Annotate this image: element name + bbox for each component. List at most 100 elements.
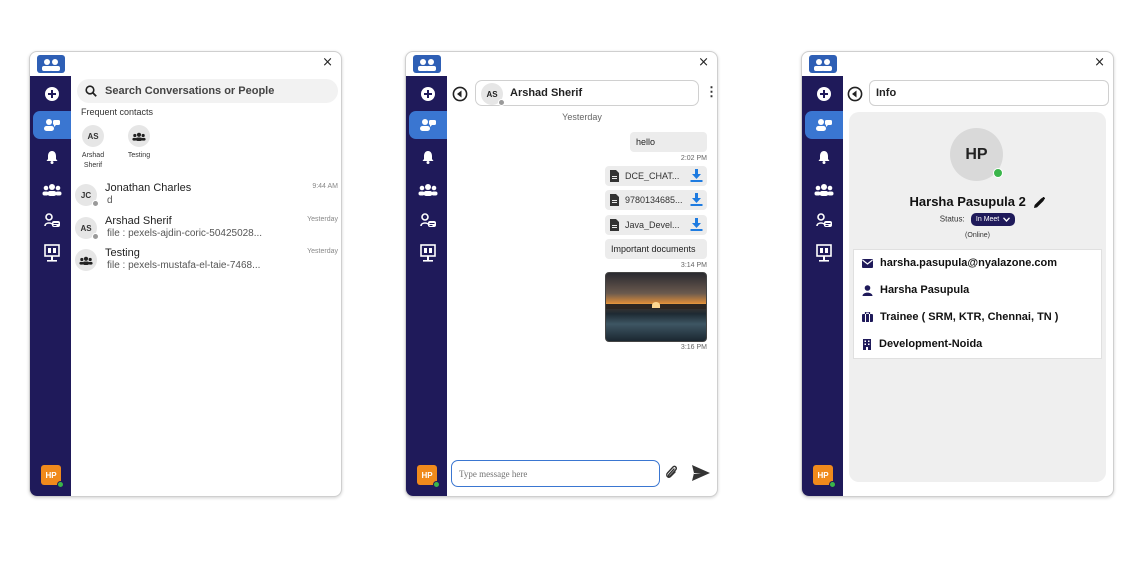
avatar-initials: HP: [965, 145, 988, 163]
support-chat-icon: [816, 212, 832, 227]
chat-users-icon: [420, 119, 436, 131]
avatar: AS: [75, 217, 99, 240]
detail-department: Development-Noida: [862, 338, 982, 350]
download-icon[interactable]: [690, 193, 703, 206]
download-icon[interactable]: [690, 169, 703, 182]
sidebar-item-notifications[interactable]: [409, 143, 447, 171]
file-name: Java_Devel...: [625, 220, 680, 230]
frequent-contact[interactable]: Testing: [117, 125, 161, 161]
avatar-initials: HP: [45, 470, 57, 480]
sidebar-item-notifications[interactable]: [33, 143, 71, 171]
close-icon[interactable]: ×: [698, 56, 709, 70]
profile-name: Harsha Pasupula 2: [909, 194, 1026, 209]
close-icon[interactable]: ×: [322, 56, 333, 70]
file-attachment[interactable]: Java_Devel...: [605, 215, 707, 235]
new-conversation-button[interactable]: [805, 80, 843, 108]
new-conversation-button[interactable]: [409, 80, 447, 108]
detail-value: Harsha Pasupula: [880, 284, 970, 296]
close-icon[interactable]: ×: [1094, 56, 1105, 70]
sidebar-item-meetings[interactable]: [33, 239, 71, 267]
file-icon: [610, 170, 619, 182]
send-button[interactable]: [692, 465, 710, 486]
search-icon: [85, 85, 97, 97]
search-input[interactable]: Search Conversations or People: [77, 79, 338, 103]
sidebar-item-groups[interactable]: [33, 175, 71, 203]
conversation-time: Yesterday: [307, 216, 338, 223]
online-indicator: [993, 168, 1003, 178]
sidebar-item-meetings[interactable]: [805, 239, 843, 267]
sidebar-item-groups[interactable]: [409, 175, 447, 203]
status-dot: [498, 99, 505, 106]
more-options-icon[interactable]: ⋮: [705, 85, 717, 98]
back-button[interactable]: [847, 86, 863, 102]
sidebar-rail: HP: [30, 76, 71, 496]
chat-users-icon: [816, 119, 832, 131]
group-icon: [42, 183, 62, 196]
chat-header[interactable]: AS Arshad Sherif: [475, 80, 699, 106]
frequent-contact[interactable]: AS Arshad Sherif: [71, 125, 115, 171]
conversation-last-message: d: [107, 195, 113, 206]
support-chat-icon: [420, 212, 436, 227]
message-text: Important documents: [611, 244, 696, 254]
sidebar-item-chats[interactable]: [409, 111, 447, 139]
avatar: JC: [75, 184, 99, 207]
current-user-avatar[interactable]: HP: [41, 465, 64, 488]
status-row: Status: In Meet: [849, 213, 1106, 226]
file-icon: [610, 194, 619, 206]
sidebar-item-groups[interactable]: [805, 175, 843, 203]
current-user-avatar[interactable]: HP: [813, 465, 836, 488]
message-bubble: Important documents: [605, 239, 707, 259]
download-icon[interactable]: [690, 218, 703, 231]
bell-icon: [46, 151, 58, 164]
avatar-initials: HP: [421, 470, 433, 480]
status-select[interactable]: In Meet: [970, 213, 1016, 226]
conversation-time: Yesterday: [307, 248, 338, 255]
file-attachment[interactable]: DCE_CHAT...: [605, 166, 707, 186]
sidebar-item-meetings[interactable]: [409, 239, 447, 267]
sidebar-item-support[interactable]: [805, 207, 843, 235]
file-name: DCE_CHAT...: [625, 171, 680, 181]
status-label: Status:: [939, 214, 965, 224]
group-avatar: [128, 125, 150, 147]
message-input[interactable]: [451, 460, 660, 487]
sidebar-item-support[interactable]: [33, 207, 71, 235]
new-conversation-button[interactable]: [33, 80, 71, 108]
sidebar-item-support[interactable]: [409, 207, 447, 235]
conversation-last-message: file : pexels-ajdin-coric-50425028...: [107, 228, 263, 239]
message-time: 3:14 PM: [680, 262, 707, 269]
current-user-avatar[interactable]: HP: [417, 465, 440, 488]
message-text: hello: [636, 137, 656, 147]
paperclip-icon: [666, 465, 677, 478]
avatar-initials: AS: [80, 223, 92, 233]
bell-icon: [818, 151, 830, 164]
frequent-contact-name: Testing: [127, 152, 151, 159]
back-button[interactable]: [452, 86, 468, 102]
avatar-initials: HP: [817, 470, 829, 480]
online-indicator: [433, 481, 440, 488]
detail-role: Trainee ( SRM, KTR, Chennai, TN ): [862, 311, 1058, 323]
sidebar-item-chats[interactable]: [33, 111, 71, 139]
frequent-contact-name: Arshad Sherif: [81, 152, 105, 169]
list-item[interactable]: Testing file : pexels-mustafa-el-taie-74…: [74, 245, 338, 275]
avatar-initials: AS: [486, 89, 498, 99]
avatar: AS: [82, 125, 104, 147]
group-icon: [418, 183, 438, 196]
list-item[interactable]: JC Jonathan Charles d 9:44 AM: [74, 180, 338, 210]
file-attachment[interactable]: 9780134685...: [605, 190, 707, 210]
detail-value: harsha.pasupula@nyalazone.com: [880, 257, 1057, 269]
presentation-board-icon: [44, 244, 60, 262]
edit-pencil-icon[interactable]: [1034, 197, 1046, 209]
info-widget: × HP Info HP Harsha Pasupula 2 Status: I…: [801, 51, 1114, 497]
sidebar-item-notifications[interactable]: [805, 143, 843, 171]
profile-avatar: HP: [950, 128, 1003, 181]
file-name: 9780134685...: [625, 195, 683, 205]
attach-button[interactable]: [664, 464, 678, 485]
list-item[interactable]: AS Arshad Sherif file : pexels-ajdin-cor…: [74, 213, 338, 243]
bell-icon: [422, 151, 434, 164]
sunset-photo[interactable]: [605, 272, 707, 342]
sidebar-item-chats[interactable]: [805, 111, 843, 139]
status-value: In Meet: [975, 216, 1000, 223]
send-icon: [692, 465, 710, 481]
person-icon: [862, 284, 873, 296]
sidebar-rail: HP: [802, 76, 843, 496]
